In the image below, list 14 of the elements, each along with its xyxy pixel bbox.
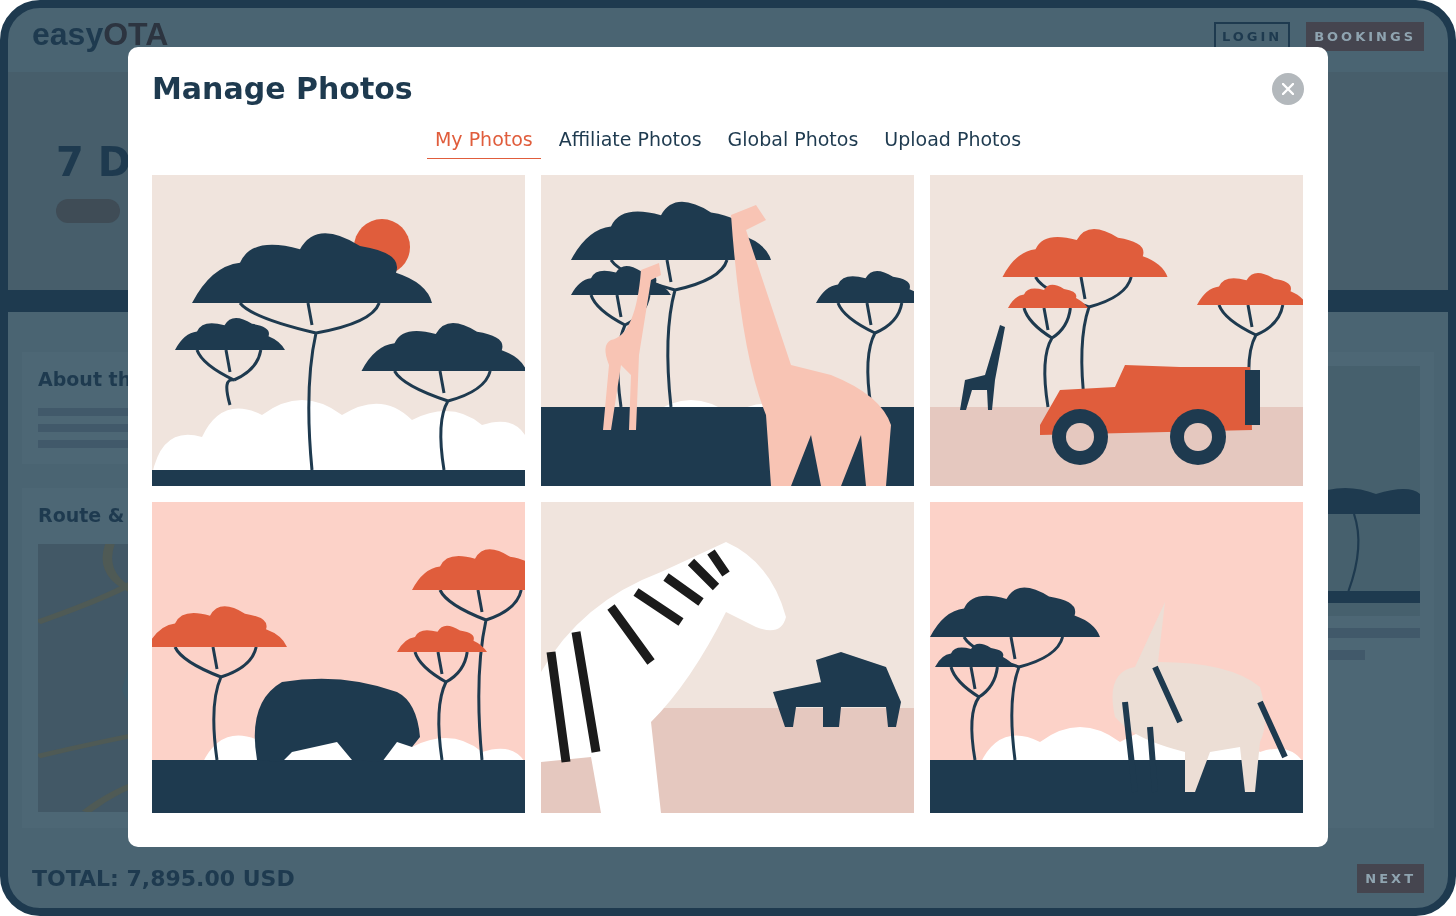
close-icon	[1282, 82, 1294, 95]
oryx-drawing[interactable]	[930, 502, 1303, 813]
photo-tab[interactable]: Global Photos	[719, 124, 867, 159]
dialog-title: Manage Photos	[152, 71, 413, 106]
acacia-trees-drawing[interactable]	[152, 175, 525, 486]
next-button[interactable]: NEXT	[1357, 863, 1424, 893]
jeep-safari-drawing[interactable]	[930, 175, 1303, 486]
hippo-drawing[interactable]	[152, 502, 525, 813]
zebras-drawing[interactable]	[541, 502, 914, 813]
photo-tab[interactable]: Upload Photos	[876, 124, 1030, 159]
photo-tab[interactable]: Affiliate Photos	[550, 124, 710, 159]
bookings-button[interactable]: BOOKINGS	[1306, 22, 1424, 51]
photo-tab[interactable]: My Photos	[426, 124, 541, 159]
giraffes-drawing[interactable]	[541, 175, 914, 486]
